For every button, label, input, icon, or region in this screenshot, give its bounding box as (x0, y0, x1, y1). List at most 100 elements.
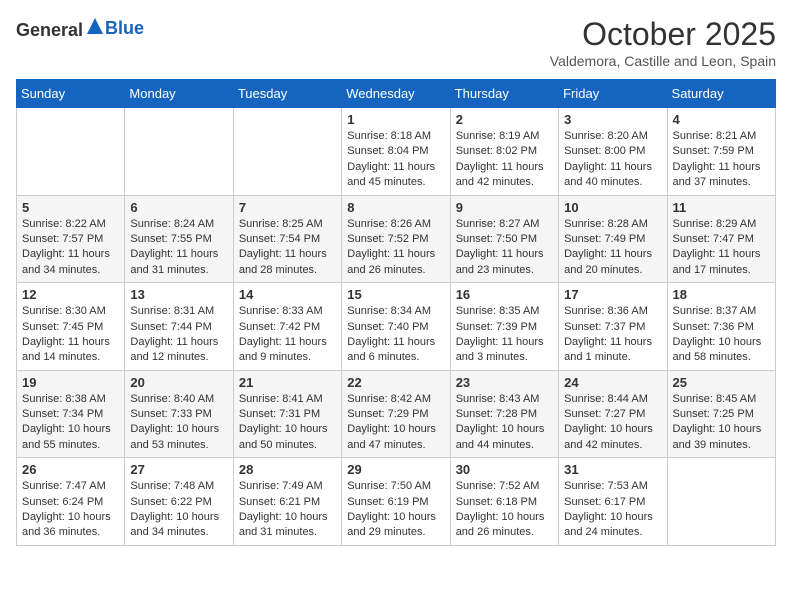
cell-content: Sunrise: 8:24 AM Sunset: 7:55 PM Dayligh… (130, 217, 227, 279)
day-number: 27 (130, 462, 227, 477)
calendar-cell: 11Sunrise: 8:29 AM Sunset: 7:47 PM Dayli… (667, 195, 775, 283)
cell-content: Sunrise: 8:40 AM Sunset: 7:33 PM Dayligh… (130, 392, 227, 454)
day-number: 12 (22, 287, 119, 302)
cell-content: Sunrise: 8:20 AM Sunset: 8:00 PM Dayligh… (564, 129, 661, 191)
day-number: 14 (239, 287, 336, 302)
weekday-header-friday: Friday (559, 80, 667, 108)
cell-content: Sunrise: 8:35 AM Sunset: 7:39 PM Dayligh… (456, 304, 553, 366)
calendar-cell: 18 Sunrise: 8:37 AM Sunset: 7:36 PM Dayli… (667, 283, 775, 371)
cell-content: Sunrise: 8:43 AM Sunset: 7:28 PM Dayligh… (456, 392, 553, 454)
cell-content: Sunrise: 8:30 AM Sunset: 7:45 PM Dayligh… (22, 304, 119, 366)
cell-content: Sunrise: 8:25 AM Sunset: 7:54 PM Dayligh… (239, 217, 336, 279)
calendar-week-row: 1 Sunrise: 8:18 AM Sunset: 8:04 PM Daylig… (17, 108, 776, 196)
calendar-cell: 20 Sunrise: 8:40 AM Sunset: 7:33 PM Dayli… (125, 370, 233, 458)
cell-content: Sunrise: 8:37 AM Sunset: 7:36 PM Dayligh… (673, 304, 770, 366)
weekday-header-wednesday: Wednesday (342, 80, 450, 108)
day-number: 31 (564, 462, 661, 477)
day-number: 1 (347, 112, 444, 127)
calendar-week-row: 12 Sunrise: 8:30 AM Sunset: 7:45 PM Dayli… (17, 283, 776, 371)
calendar-cell (667, 458, 775, 546)
day-number: 15 (347, 287, 444, 302)
calendar-cell: 6 Sunrise: 8:24 AM Sunset: 7:55 PM Daylig… (125, 195, 233, 283)
day-number: 6 (130, 200, 227, 215)
cell-content: Sunrise: 8:34 AM Sunset: 7:40 PM Dayligh… (347, 304, 444, 366)
weekday-header-sunday: Sunday (17, 80, 125, 108)
calendar-cell: 9Sunrise: 8:27 AM Sunset: 7:50 PM Daylig… (450, 195, 558, 283)
calendar-cell: 26Sunrise: 7:47 AM Sunset: 6:24 PM Dayli… (17, 458, 125, 546)
day-number: 19 (22, 375, 119, 390)
weekday-header-tuesday: Tuesday (233, 80, 341, 108)
day-number: 20 (130, 375, 227, 390)
day-number: 28 (239, 462, 336, 477)
logo: General Blue (16, 16, 144, 41)
calendar-cell: 12 Sunrise: 8:30 AM Sunset: 7:45 PM Dayli… (17, 283, 125, 371)
cell-content: Sunrise: 7:48 AM Sunset: 6:22 PM Dayligh… (130, 479, 227, 541)
cell-content: Sunrise: 7:53 AM Sunset: 6:17 PM Dayligh… (564, 479, 661, 541)
calendar-cell: 10Sunrise: 8:28 AM Sunset: 7:49 PM Dayli… (559, 195, 667, 283)
day-number: 9 (456, 200, 553, 215)
calendar-cell: 24 Sunrise: 8:44 AM Sunset: 7:27 PM Dayli… (559, 370, 667, 458)
cell-content: Sunrise: 8:41 AM Sunset: 7:31 PM Dayligh… (239, 392, 336, 454)
page-header: General Blue October 2025 Valdemora, Cas… (16, 16, 776, 69)
calendar-cell (125, 108, 233, 196)
calendar-cell: 7 Sunrise: 8:25 AM Sunset: 7:54 PM Daylig… (233, 195, 341, 283)
day-number: 16 (456, 287, 553, 302)
day-number: 5 (22, 200, 119, 215)
cell-content: Sunrise: 8:33 AM Sunset: 7:42 PM Dayligh… (239, 304, 336, 366)
calendar-cell: 17 Sunrise: 8:36 AM Sunset: 7:37 PM Dayli… (559, 283, 667, 371)
calendar-cell: 23 Sunrise: 8:43 AM Sunset: 7:28 PM Dayli… (450, 370, 558, 458)
weekday-header-row: SundayMondayTuesdayWednesdayThursdayFrid… (17, 80, 776, 108)
weekday-header-saturday: Saturday (667, 80, 775, 108)
calendar-cell: 14 Sunrise: 8:33 AM Sunset: 7:42 PM Dayli… (233, 283, 341, 371)
logo-general: General (16, 20, 83, 40)
calendar-week-row: 19 Sunrise: 8:38 AM Sunset: 7:34 PM Dayli… (17, 370, 776, 458)
day-number: 17 (564, 287, 661, 302)
calendar-cell: 31 Sunrise: 7:53 AM Sunset: 6:17 PM Dayli… (559, 458, 667, 546)
cell-content: Sunrise: 8:18 AM Sunset: 8:04 PM Dayligh… (347, 129, 444, 191)
calendar-cell: 16 Sunrise: 8:35 AM Sunset: 7:39 PM Dayli… (450, 283, 558, 371)
calendar-cell: 1 Sunrise: 8:18 AM Sunset: 8:04 PM Daylig… (342, 108, 450, 196)
day-number: 18 (673, 287, 770, 302)
day-number: 24 (564, 375, 661, 390)
calendar-week-row: 5 Sunrise: 8:22 AM Sunset: 7:57 PM Daylig… (17, 195, 776, 283)
day-number: 23 (456, 375, 553, 390)
calendar-week-row: 26Sunrise: 7:47 AM Sunset: 6:24 PM Dayli… (17, 458, 776, 546)
cell-content: Sunrise: 8:22 AM Sunset: 7:57 PM Dayligh… (22, 217, 119, 279)
calendar-cell (17, 108, 125, 196)
calendar-cell: 8Sunrise: 8:26 AM Sunset: 7:52 PM Daylig… (342, 195, 450, 283)
calendar-cell: 13Sunrise: 8:31 AM Sunset: 7:44 PM Dayli… (125, 283, 233, 371)
day-number: 2 (456, 112, 553, 127)
day-number: 4 (673, 112, 770, 127)
calendar-cell: 19 Sunrise: 8:38 AM Sunset: 7:34 PM Dayli… (17, 370, 125, 458)
calendar-cell: 25Sunrise: 8:45 AM Sunset: 7:25 PM Dayli… (667, 370, 775, 458)
cell-content: Sunrise: 8:42 AM Sunset: 7:29 PM Dayligh… (347, 392, 444, 454)
calendar-cell: 5 Sunrise: 8:22 AM Sunset: 7:57 PM Daylig… (17, 195, 125, 283)
calendar-cell: 29 Sunrise: 7:50 AM Sunset: 6:19 PM Dayli… (342, 458, 450, 546)
calendar-cell: 21 Sunrise: 8:41 AM Sunset: 7:31 PM Dayli… (233, 370, 341, 458)
month-title: October 2025 (550, 16, 776, 53)
day-number: 29 (347, 462, 444, 477)
cell-content: Sunrise: 7:49 AM Sunset: 6:21 PM Dayligh… (239, 479, 336, 541)
logo-icon (85, 16, 105, 36)
calendar-cell: 3Sunrise: 8:20 AM Sunset: 8:00 PM Daylig… (559, 108, 667, 196)
cell-content: Sunrise: 8:19 AM Sunset: 8:02 PM Dayligh… (456, 129, 553, 191)
cell-content: Sunrise: 8:38 AM Sunset: 7:34 PM Dayligh… (22, 392, 119, 454)
day-number: 8 (347, 200, 444, 215)
calendar-cell: 4Sunrise: 8:21 AM Sunset: 7:59 PM Daylig… (667, 108, 775, 196)
cell-content: Sunrise: 8:44 AM Sunset: 7:27 PM Dayligh… (564, 392, 661, 454)
weekday-header-monday: Monday (125, 80, 233, 108)
day-number: 21 (239, 375, 336, 390)
calendar-cell: 15 Sunrise: 8:34 AM Sunset: 7:40 PM Dayli… (342, 283, 450, 371)
cell-content: Sunrise: 7:47 AM Sunset: 6:24 PM Dayligh… (22, 479, 119, 541)
weekday-header-thursday: Thursday (450, 80, 558, 108)
calendar-cell: 22Sunrise: 8:42 AM Sunset: 7:29 PM Dayli… (342, 370, 450, 458)
title-section: October 2025 Valdemora, Castille and Leo… (550, 16, 776, 69)
calendar-cell: 2 Sunrise: 8:19 AM Sunset: 8:02 PM Daylig… (450, 108, 558, 196)
cell-content: Sunrise: 8:45 AM Sunset: 7:25 PM Dayligh… (673, 392, 770, 454)
cell-content: Sunrise: 7:50 AM Sunset: 6:19 PM Dayligh… (347, 479, 444, 541)
day-number: 7 (239, 200, 336, 215)
cell-content: Sunrise: 8:28 AM Sunset: 7:49 PM Dayligh… (564, 217, 661, 279)
cell-content: Sunrise: 8:36 AM Sunset: 7:37 PM Dayligh… (564, 304, 661, 366)
calendar-cell: 28 Sunrise: 7:49 AM Sunset: 6:21 PM Dayli… (233, 458, 341, 546)
location-title: Valdemora, Castille and Leon, Spain (550, 53, 776, 69)
